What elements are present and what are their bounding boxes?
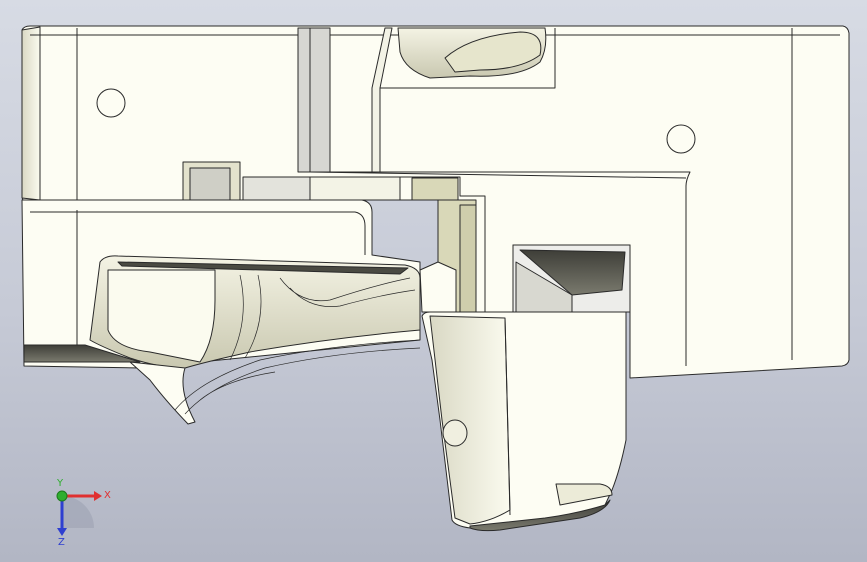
lower-insert xyxy=(21,199,421,425)
step-block-b xyxy=(309,176,401,201)
vertical-slot xyxy=(297,27,331,173)
step-block-c xyxy=(411,177,459,201)
y-axis-label: Y xyxy=(56,478,64,489)
insert-tail xyxy=(129,361,196,425)
olive-slot-inner xyxy=(459,204,477,313)
lifter-side-face xyxy=(429,315,511,525)
lifter-block xyxy=(421,199,631,532)
step-block-a xyxy=(242,176,311,201)
z-axis-label: Z xyxy=(58,537,65,548)
x-axis-label: X xyxy=(104,490,111,501)
cad-viewport[interactable]: X Y Z xyxy=(0,0,867,562)
small-tab-face xyxy=(189,167,231,201)
y-axis-dot xyxy=(56,490,68,502)
bolt-hole-right xyxy=(666,124,696,154)
axis-triad[interactable]: X Y Z xyxy=(56,478,111,548)
bolt-hole-left xyxy=(96,88,126,118)
z-axis-arrowhead xyxy=(57,528,67,536)
lifter-hole xyxy=(442,419,468,447)
model-view[interactable]: X Y Z xyxy=(0,0,867,562)
triad-bg-arc xyxy=(62,496,94,528)
upper-block-left-edge xyxy=(21,26,41,201)
x-axis-arrowhead xyxy=(94,491,102,501)
